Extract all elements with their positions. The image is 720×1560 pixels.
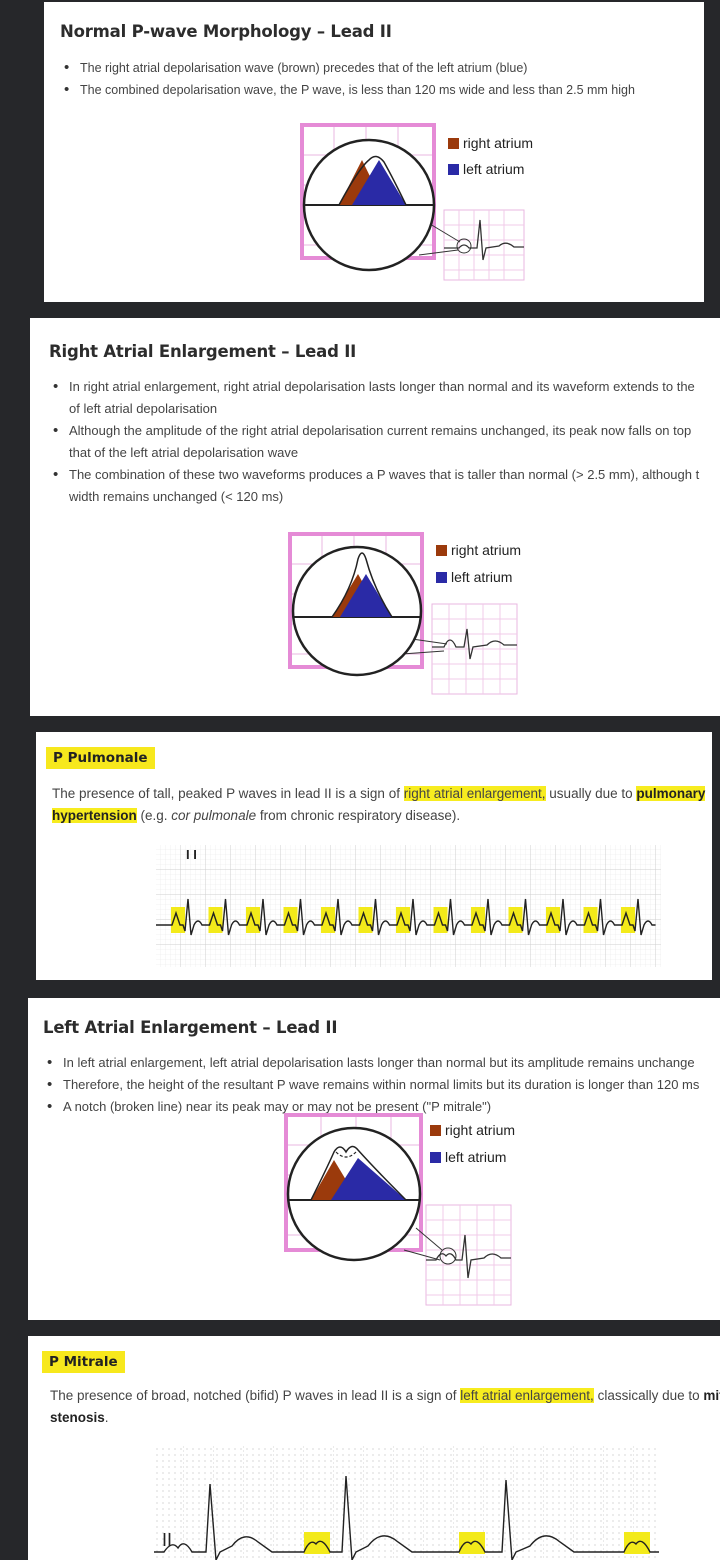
card-left-atrial-enlargement: Left Atrial Enlargement – Lead II In lef…: [28, 998, 720, 1320]
list-item: The right atrial depolarisation wave (br…: [60, 57, 635, 79]
ecg-strip-mitrale: [154, 1446, 659, 1560]
blue-swatch-icon: [436, 572, 447, 583]
brown-swatch-icon: [430, 1125, 441, 1136]
section-paragraph: The presence of broad, notched (bifid) P…: [50, 1388, 720, 1425]
legend-left-atrium: left atrium: [448, 161, 524, 177]
blue-swatch-icon: [448, 164, 459, 175]
legend-right-atrium: right atrium: [436, 542, 521, 558]
list-item: Therefore, the height of the resultant P…: [43, 1074, 699, 1096]
section-title: Left Atrial Enlargement – Lead II: [43, 1018, 338, 1037]
ecg-strip-pulmonale: [156, 845, 661, 967]
section-title: Normal P-wave Morphology – Lead II: [60, 22, 392, 41]
bullet-list: The right atrial depolarisation wave (br…: [60, 57, 635, 101]
ecg-lead-label: II: [162, 1530, 173, 1550]
legend-left-atrium: left atrium: [430, 1149, 506, 1165]
list-item: The combination of these two waveforms p…: [49, 464, 699, 508]
section-title: Right Atrial Enlargement – Lead II: [49, 342, 357, 361]
card-normal-p-wave: Normal P-wave Morphology – Lead II The r…: [44, 2, 704, 302]
list-item: The combined depolarisation wave, the P …: [60, 79, 635, 101]
blue-swatch-icon: [430, 1152, 441, 1163]
brown-swatch-icon: [436, 545, 447, 556]
ecg-lead-label: I I: [186, 847, 197, 862]
card-p-pulmonale: P Pulmonale The presence of tall, peaked…: [36, 732, 712, 980]
bullet-list: In right atrial enlargement, right atria…: [49, 376, 699, 508]
section-paragraph: The presence of tall, peaked P waves in …: [52, 786, 706, 823]
list-item: In left atrial enlargement, left atrial …: [43, 1052, 699, 1074]
section-label: P Pulmonale: [46, 747, 155, 769]
brown-swatch-icon: [448, 138, 459, 149]
p-wave-diagram: [284, 1113, 512, 1306]
list-item: In right atrial enlargement, right atria…: [49, 376, 699, 420]
bullet-list: In left atrial enlargement, left atrial …: [43, 1052, 699, 1118]
section-label: P Mitrale: [42, 1351, 125, 1373]
list-item: Although the amplitude of the right atri…: [49, 420, 699, 464]
legend-left-atrium: left atrium: [436, 569, 512, 585]
card-p-mitrale: P Mitrale The presence of broad, notched…: [28, 1336, 720, 1560]
legend-right-atrium: right atrium: [430, 1122, 515, 1138]
legend-right-atrium: right atrium: [448, 135, 533, 151]
card-right-atrial-enlargement: Right Atrial Enlargement – Lead II In ri…: [30, 318, 720, 716]
